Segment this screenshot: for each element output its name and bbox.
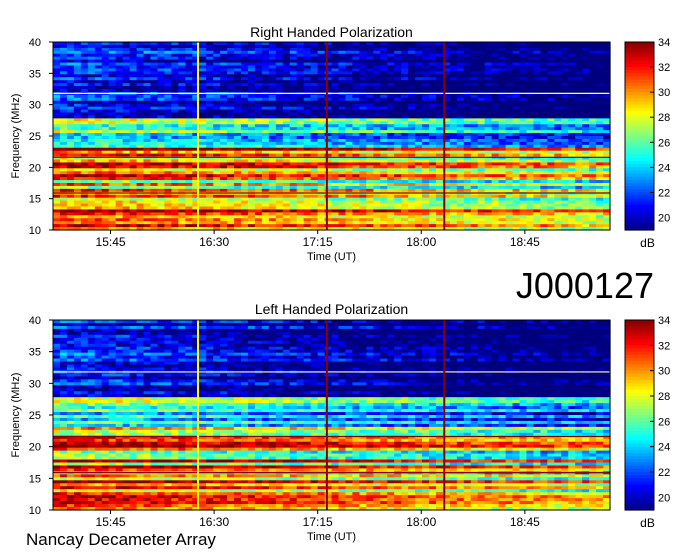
colorbar-tick-label: 28 xyxy=(658,391,670,403)
colorbar-tick-label: 26 xyxy=(658,137,670,149)
colorbar-tick-label: 24 xyxy=(658,442,670,454)
dynamic-spectrum-figure: Right Handed Polarization 10 15 20 25 30 35 40 F… xyxy=(0,0,680,552)
x-tick-label: 16:30 xyxy=(199,515,229,529)
y-tick-label: 35 xyxy=(29,68,41,80)
y-tick-label: 30 xyxy=(29,378,41,390)
colorbar-tick-label: 20 xyxy=(658,492,670,504)
colorbar-tick-label: 22 xyxy=(658,467,670,479)
instrument-label: Nancay Decameter Array xyxy=(26,530,216,549)
colorbar xyxy=(625,320,654,511)
colorbar-tick-label: 24 xyxy=(658,162,670,174)
colorbar-tick-label: 32 xyxy=(658,62,670,74)
y-tick-label: 40 xyxy=(29,37,41,49)
colorbar-tick-label: 34 xyxy=(658,37,670,49)
x-tick-label: 18:00 xyxy=(406,235,436,249)
y-tick-label: 20 xyxy=(29,162,41,174)
colorbar-tick-label: 28 xyxy=(658,112,670,124)
left-polarization-panel: Left Handed Polarization 10 15 20 25 30 35 40 Fr… xyxy=(10,301,670,543)
x-axis-label: Time (UT) xyxy=(307,531,356,543)
y-axis-label: Frequency (MHz) xyxy=(10,373,22,458)
x-tick-label: 18:00 xyxy=(406,515,436,529)
y-tick-label: 10 xyxy=(29,505,41,517)
y-tick-label: 35 xyxy=(29,347,41,359)
x-tick-label: 15:45 xyxy=(96,515,126,529)
y-tick-label: 25 xyxy=(29,410,41,422)
y-tick-label: 20 xyxy=(29,442,41,454)
colorbar-tick-label: 20 xyxy=(658,212,670,224)
x-tick-label: 18:45 xyxy=(510,515,540,529)
right-polarization-panel: Right Handed Polarization 10 15 20 25 30 35 40 F… xyxy=(10,24,670,263)
colorbar-tick-label: 30 xyxy=(658,87,670,99)
y-tick-label: 15 xyxy=(29,194,41,206)
y-tick-label: 40 xyxy=(29,315,41,327)
colorbar-label: dB xyxy=(640,516,655,530)
observation-id: J000127 xyxy=(516,265,654,306)
x-tick-label: 16:30 xyxy=(199,235,229,249)
colorbar-tick-label: 32 xyxy=(658,340,670,352)
x-tick-label: 15:45 xyxy=(96,235,126,249)
x-tick-label: 17:15 xyxy=(303,515,333,529)
colorbar-label: dB xyxy=(640,236,655,250)
spectrogram-image xyxy=(53,320,611,511)
colorbar xyxy=(625,42,654,231)
colorbar-tick-label: 34 xyxy=(658,315,670,327)
spectrogram-image xyxy=(53,42,611,231)
colorbar-tick-label: 26 xyxy=(658,416,670,428)
chart-title: Left Handed Polarization xyxy=(255,301,408,317)
y-tick-label: 10 xyxy=(29,225,41,237)
y-tick-label: 15 xyxy=(29,473,41,485)
colorbar-tick-label: 30 xyxy=(658,366,670,378)
y-tick-label: 25 xyxy=(29,131,41,143)
y-axis-label: Frequency (MHz) xyxy=(10,94,22,179)
y-tick-label: 30 xyxy=(29,100,41,112)
x-axis-label: Time (UT) xyxy=(307,251,356,263)
x-tick-label: 18:45 xyxy=(510,235,540,249)
chart-title: Right Handed Polarization xyxy=(250,24,413,40)
colorbar-tick-label: 22 xyxy=(658,187,670,199)
x-tick-label: 17:15 xyxy=(303,235,333,249)
